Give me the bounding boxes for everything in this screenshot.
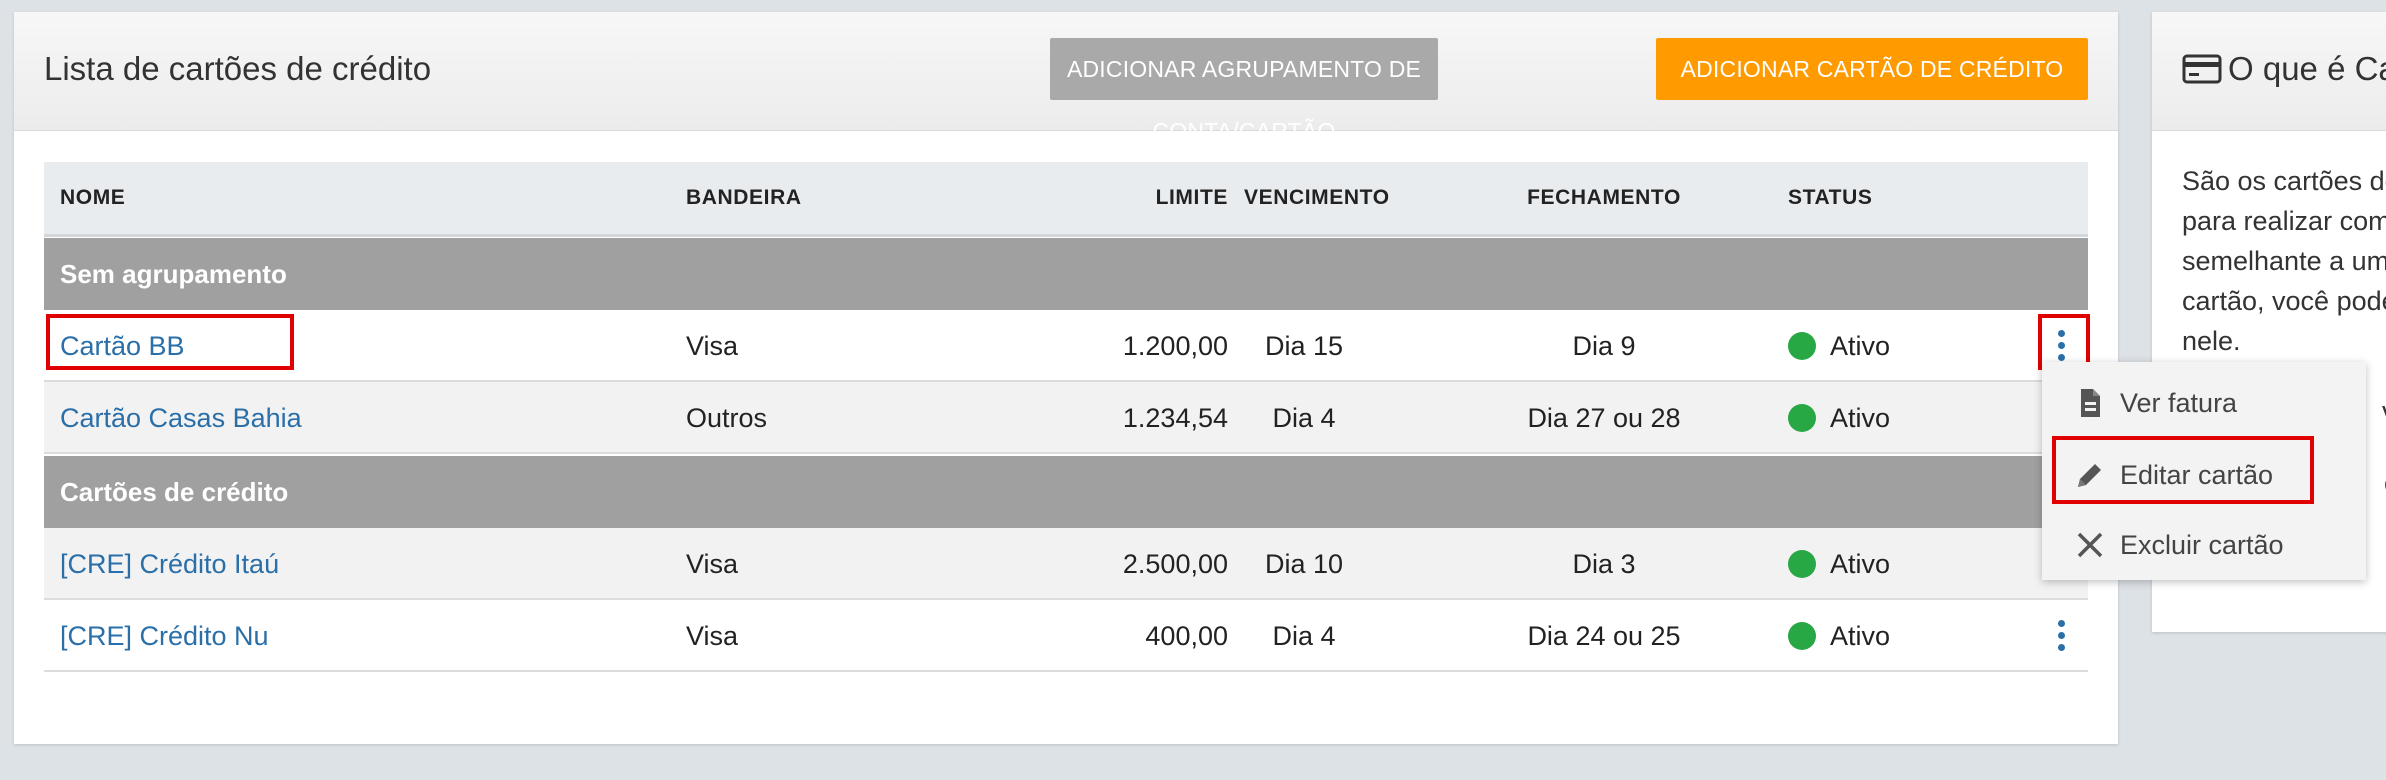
table-row: Cartão Casas Bahia Outros 1.234,54 Dia 4… <box>44 382 2088 454</box>
status-dot-icon <box>1788 622 1816 650</box>
credit-card-icon <box>2182 54 2222 84</box>
pencil-icon <box>2078 464 2101 487</box>
add-group-button[interactable]: ADICIONAR AGRUPAMENTO DE CONTA/CARTÃO <box>1050 38 1438 144</box>
card-due-day: Dia 4 <box>1272 621 1336 651</box>
card-name-link[interactable]: Cartão BB <box>60 310 185 382</box>
card-limit: 1.200,00 <box>1122 331 1228 361</box>
card-name-link[interactable]: [CRE] Crédito Itaú <box>60 528 279 600</box>
page-title: Lista de cartões de crédito <box>44 50 432 87</box>
side-text-fragment: vo <box>2382 396 2386 427</box>
menu-item-label: Editar cartão <box>2120 460 2274 490</box>
table-row: [CRE] Crédito Nu Visa 400,00 Dia 4 Dia 2… <box>44 600 2088 672</box>
side-text-line: nele. <box>2182 326 2241 356</box>
status-dot-icon <box>1788 550 1816 578</box>
menu-item-label: Excluir cartão <box>2120 530 2284 560</box>
card-closing-day: Dia 27 ou 28 <box>1527 403 1681 433</box>
column-header-fechamento[interactable]: FECHAMENTO <box>1484 162 1724 234</box>
side-text-line: São os cartões de <box>2182 166 2386 196</box>
side-text-line: cartão, você pode <box>2182 286 2386 316</box>
side-panel-header: O que é Ca <box>2152 12 2386 131</box>
card-limit: 400,00 <box>1145 621 1228 651</box>
card-brand: Visa <box>686 331 739 361</box>
card-limit: 2.500,00 <box>1122 549 1228 579</box>
row-actions-kebab-icon[interactable] <box>2056 620 2066 652</box>
card-brand: Visa <box>686 549 739 579</box>
status-badge: Ativo <box>1788 310 1890 382</box>
table-row: Cartão BB Visa 1.200,00 Dia 15 Dia 9 Ati… <box>44 310 2088 382</box>
panel-header: Lista de cartões de crédito ADICIONAR AG… <box>14 12 2118 144</box>
status-label: Ativo <box>1830 549 1891 579</box>
card-limit: 1.234,54 <box>1122 403 1228 433</box>
status-dot-icon <box>1788 404 1816 432</box>
status-label: Ativo <box>1830 621 1891 651</box>
credit-card-list-panel: Lista de cartões de crédito ADICIONAR AG… <box>14 12 2118 744</box>
menu-item-ver-fatura[interactable]: Ver fatura <box>2042 370 2366 436</box>
card-closing-day: Dia 9 <box>1572 331 1636 361</box>
menu-item-editar-cartao[interactable]: Editar cartão <box>2042 442 2366 508</box>
card-brand: Outros <box>686 403 768 433</box>
status-badge: Ativo <box>1788 600 1890 672</box>
side-text-line: semelhante a um <box>2182 246 2386 276</box>
side-text-line: para realizar com <box>2182 206 2386 236</box>
menu-item-label: Ver fatura <box>2120 388 2238 418</box>
card-name-link[interactable]: [CRE] Crédito Nu <box>60 600 269 672</box>
card-brand: Visa <box>686 621 739 651</box>
card-closing-day: Dia 3 <box>1572 549 1636 579</box>
column-header-nome[interactable]: NOME <box>60 162 125 234</box>
column-header-vencimento[interactable]: VENCIMENTO <box>1244 162 1389 234</box>
column-header-bandeira[interactable]: BANDEIRA <box>686 162 802 234</box>
row-actions-kebab-icon[interactable] <box>2056 330 2066 362</box>
table-header: NOME BANDEIRA LIMITE VENCIMENTO FECHAMEN… <box>44 162 2088 237</box>
add-credit-card-button[interactable]: ADICIONAR CARTÃO DE CRÉDITO <box>1656 38 2088 100</box>
status-label: Ativo <box>1830 403 1891 433</box>
side-title-text: O que é Ca <box>2228 50 2386 87</box>
table-row: [CRE] Crédito Itaú Visa 2.500,00 Dia 10 … <box>44 528 2088 600</box>
side-panel-title: O que é Ca <box>2182 50 2386 88</box>
column-header-status[interactable]: STATUS <box>1788 162 1872 234</box>
status-label: Ativo <box>1830 331 1891 361</box>
status-badge: Ativo <box>1788 382 1890 454</box>
card-closing-day: Dia 24 ou 25 <box>1527 621 1681 651</box>
close-icon <box>2077 532 2103 558</box>
card-due-day: Dia 10 <box>1264 549 1344 579</box>
document-icon <box>2081 389 2100 417</box>
menu-item-excluir-cartao[interactable]: Excluir cartão <box>2042 512 2366 578</box>
card-name-link[interactable]: Cartão Casas Bahia <box>60 382 302 454</box>
row-actions-dropdown: Ver fatura Editar cartão Excluir cartão <box>2042 362 2366 580</box>
card-due-day: Dia 15 <box>1264 331 1344 361</box>
group-row-sem-agrupamento: Sem agrupamento <box>44 238 2088 310</box>
column-header-limite[interactable]: LIMITE <box>1156 162 1228 234</box>
group-row-cartoes-de-credito: Cartões de crédito <box>44 456 2088 528</box>
status-badge: Ativo <box>1788 528 1890 600</box>
status-dot-icon <box>1788 332 1816 360</box>
card-due-day: Dia 4 <box>1272 403 1336 433</box>
